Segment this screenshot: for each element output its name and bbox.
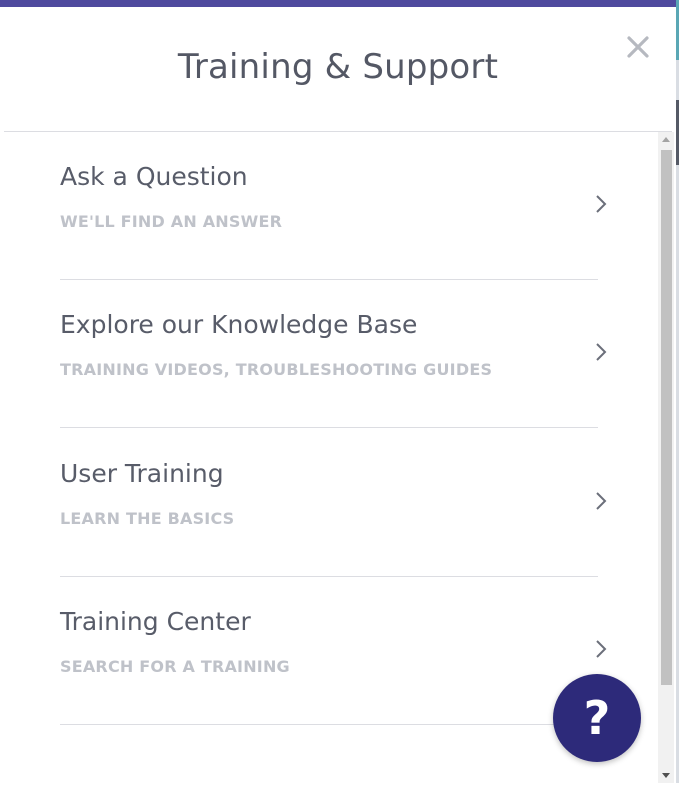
arrow-up-icon bbox=[662, 137, 670, 142]
modal-title: Training & Support bbox=[177, 47, 499, 87]
scroll-down-arrow[interactable] bbox=[658, 767, 674, 783]
menu-item-title: Explore our Knowledge Base bbox=[60, 310, 418, 339]
menu-item-divider bbox=[60, 427, 598, 428]
arrow-down-icon bbox=[662, 773, 670, 778]
menu-item-subtitle: LEARN THE BASICS bbox=[60, 509, 235, 528]
menu-item-subtitle: SEARCH FOR A TRAINING bbox=[60, 657, 290, 676]
chevron-right-icon bbox=[596, 640, 607, 658]
menu-item-title: Ask a Question bbox=[60, 162, 248, 191]
chevron-right-icon bbox=[596, 492, 607, 510]
menu-item-ask-question[interactable]: Ask a Question WE'LL FIND AN ANSWER bbox=[60, 132, 607, 280]
menu-item-divider bbox=[60, 724, 598, 725]
help-button[interactable]: ? bbox=[553, 674, 641, 762]
menu-item-title: User Training bbox=[60, 459, 224, 488]
scrollbar-thumb[interactable] bbox=[661, 150, 672, 685]
menu-item-title: Training Center bbox=[60, 607, 251, 636]
modal-scrollbar[interactable] bbox=[658, 132, 674, 783]
scroll-up-arrow[interactable] bbox=[658, 132, 674, 148]
menu-item-subtitle: TRAINING VIDEOS, TROUBLESHOOTING GUIDES bbox=[60, 360, 493, 379]
menu-item-user-training[interactable]: User Training LEARN THE BASICS bbox=[60, 429, 607, 577]
chevron-right-icon bbox=[596, 195, 607, 213]
menu-item-knowledge-base[interactable]: Explore our Knowledge Base TRAINING VIDE… bbox=[60, 280, 607, 428]
training-support-modal: Training & Support Ask a Question WE'LL … bbox=[0, 7, 676, 783]
top-accent-bar bbox=[0, 0, 676, 7]
menu-item-subtitle: WE'LL FIND AN ANSWER bbox=[60, 212, 283, 231]
menu-item-training-center[interactable]: Training Center SEARCH FOR A TRAINING bbox=[60, 577, 607, 725]
chevron-right-icon bbox=[596, 343, 607, 361]
question-mark-icon: ? bbox=[583, 691, 611, 745]
